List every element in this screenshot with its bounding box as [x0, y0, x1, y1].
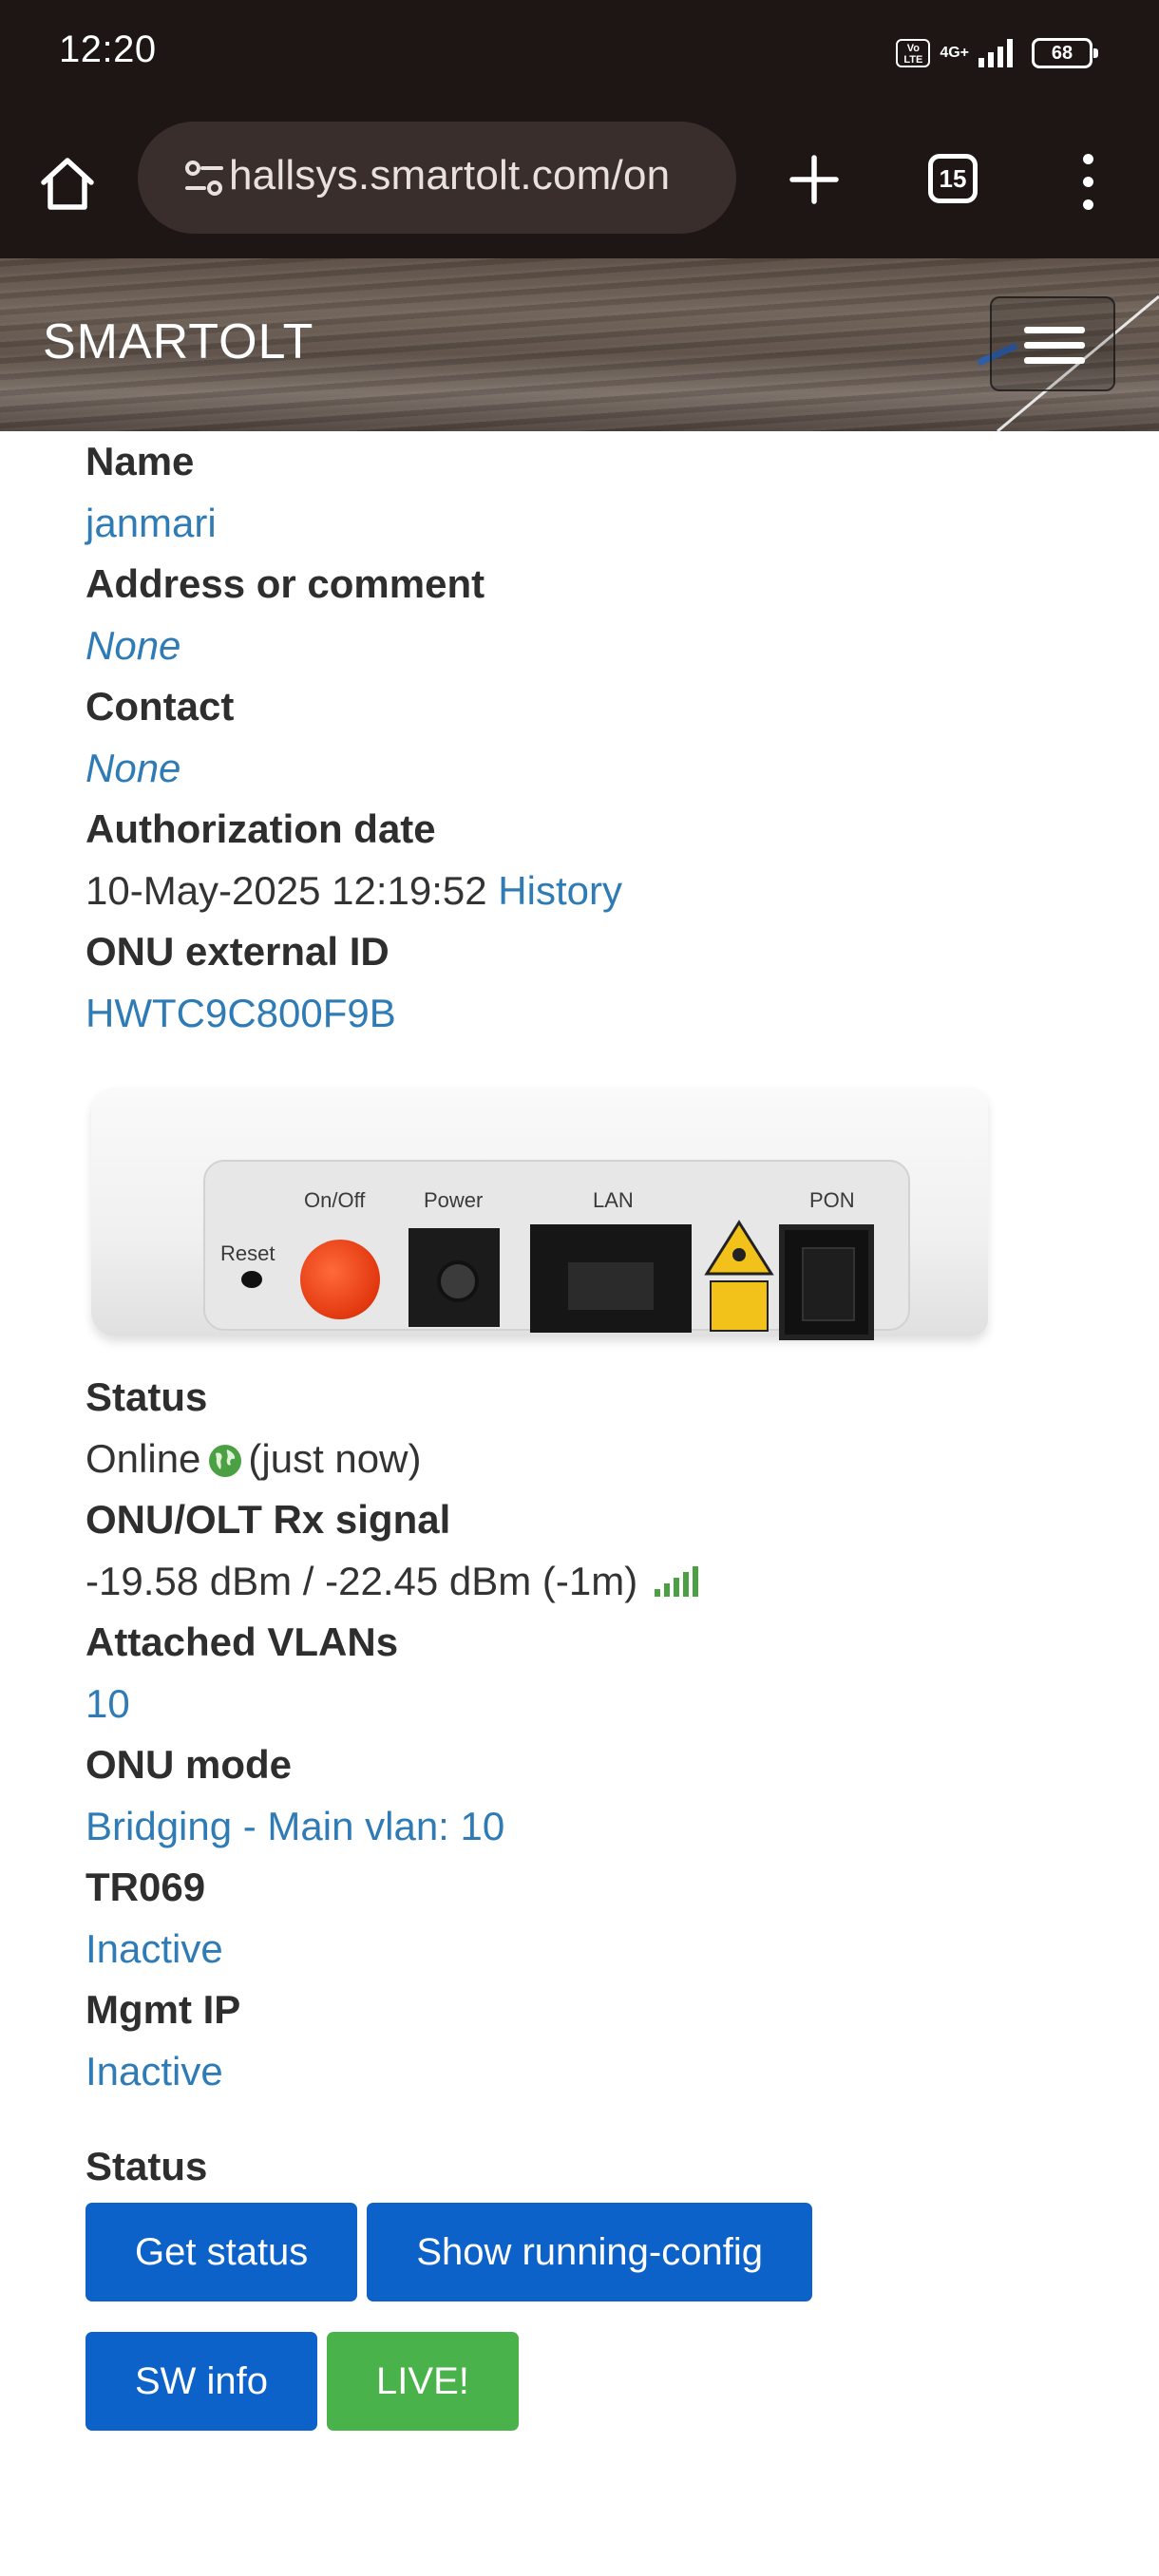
address-value[interactable]: None: [86, 615, 1092, 676]
pon-port-label: PON: [809, 1188, 855, 1212]
name-value[interactable]: janmari: [86, 492, 1092, 554]
power-port-label: Power: [424, 1188, 484, 1212]
rx-signal-value: -19.58 dBm / -22.45 dBm (-1m): [86, 1559, 638, 1603]
new-tab-icon[interactable]: [781, 146, 847, 213]
reset-port-label: Reset: [220, 1241, 276, 1265]
lan-port-label: LAN: [593, 1188, 634, 1212]
get-status-button[interactable]: Get status: [86, 2203, 358, 2301]
address-bar[interactable]: hallsys.smartolt.com/on: [138, 122, 736, 234]
onu-mode-label: ONU mode: [86, 1742, 293, 1787]
navbar-toggle-button[interactable]: [990, 296, 1115, 391]
signal-bars-icon: [654, 1566, 698, 1597]
url-text[interactable]: hallsys.smartolt.com/on: [229, 152, 670, 199]
actions-section-label: Status: [86, 2144, 208, 2188]
clock: 12:20: [59, 28, 157, 70]
onoff-port-label: On/Off: [304, 1188, 366, 1212]
actions-row-2: SW info LIVE!: [86, 2332, 1092, 2431]
more-menu-icon[interactable]: [1074, 154, 1102, 213]
mgmt-ip-value[interactable]: Inactive: [86, 2040, 1092, 2102]
mgmt-ip-label: Mgmt IP: [86, 1987, 241, 2032]
status-label: Status: [86, 1374, 208, 1419]
authorization-date-label: Authorization date: [86, 806, 436, 851]
address-label: Address or comment: [86, 561, 485, 606]
onu-mode-value[interactable]: Bridging - Main vlan: 10: [86, 1795, 1092, 1857]
network-type-label: 4G+: [940, 45, 969, 61]
status-value: Online: [86, 1436, 201, 1481]
external-id-value[interactable]: HWTC9C800F9B: [86, 982, 1092, 1044]
site-header: SMARTOLT: [0, 258, 1159, 431]
external-id-label: ONU external ID: [86, 929, 390, 974]
reset-hole: [241, 1271, 262, 1288]
volte-icon: Vo LTE: [896, 39, 931, 67]
tr069-value[interactable]: Inactive: [86, 1918, 1092, 1979]
rx-signal-row: -19.58 dBm / -22.45 dBm (-1m): [86, 1550, 1092, 1612]
site-settings-icon[interactable]: [183, 158, 225, 199]
lan-port-graphic: [530, 1224, 692, 1333]
onu-device-image: On/Off Power LAN PON Reset: [86, 1076, 998, 1361]
vlans-value[interactable]: 10: [86, 1673, 1092, 1734]
contact-label: Contact: [86, 684, 235, 729]
tab-switcher-button[interactable]: 15: [928, 154, 978, 203]
onu-details: Name janmari Address or comment None Con…: [86, 431, 1092, 2431]
history-link[interactable]: History: [498, 868, 622, 913]
power-jack-graphic: [408, 1228, 500, 1327]
live-button[interactable]: LIVE!: [327, 2332, 519, 2431]
battery-icon: 68: [1032, 38, 1098, 68]
system-status-bar: 12:20 Vo LTE 4G+ 68: [0, 0, 1159, 112]
tab-count: 15: [939, 164, 967, 193]
signal-strength-icon: [978, 39, 1013, 67]
contact-value[interactable]: None: [86, 737, 1092, 799]
laser-warning-icon: [704, 1220, 774, 1332]
onoff-button-graphic: [300, 1240, 380, 1319]
home-icon[interactable]: [34, 150, 101, 217]
network-type-icon: 4G+: [940, 46, 969, 61]
globe-icon: [209, 1445, 242, 1477]
tr069-label: TR069: [86, 1865, 206, 1909]
vlans-label: Attached VLANs: [86, 1619, 399, 1664]
authorization-date-value: 10-May-2025 12:19:52: [86, 868, 487, 913]
status-row: Online (just now): [86, 1428, 1092, 1489]
status-icons: Vo LTE 4G+ 68: [896, 34, 1098, 72]
pon-port-graphic: [779, 1224, 874, 1340]
show-running-config-button[interactable]: Show running-config: [367, 2203, 812, 2301]
rx-signal-label: ONU/OLT Rx signal: [86, 1497, 451, 1542]
browser-toolbar: hallsys.smartolt.com/on 15: [0, 112, 1159, 258]
battery-level: 68: [1051, 43, 1074, 64]
status-time: (just now): [248, 1436, 422, 1481]
actions-row-1: Get status Show running-config: [86, 2203, 1092, 2301]
authorization-date-row: 10-May-2025 12:19:52 History: [86, 860, 1092, 921]
brand-logo[interactable]: SMARTOLT: [43, 313, 314, 370]
sw-info-button[interactable]: SW info: [86, 2332, 318, 2431]
name-label: Name: [86, 439, 195, 483]
